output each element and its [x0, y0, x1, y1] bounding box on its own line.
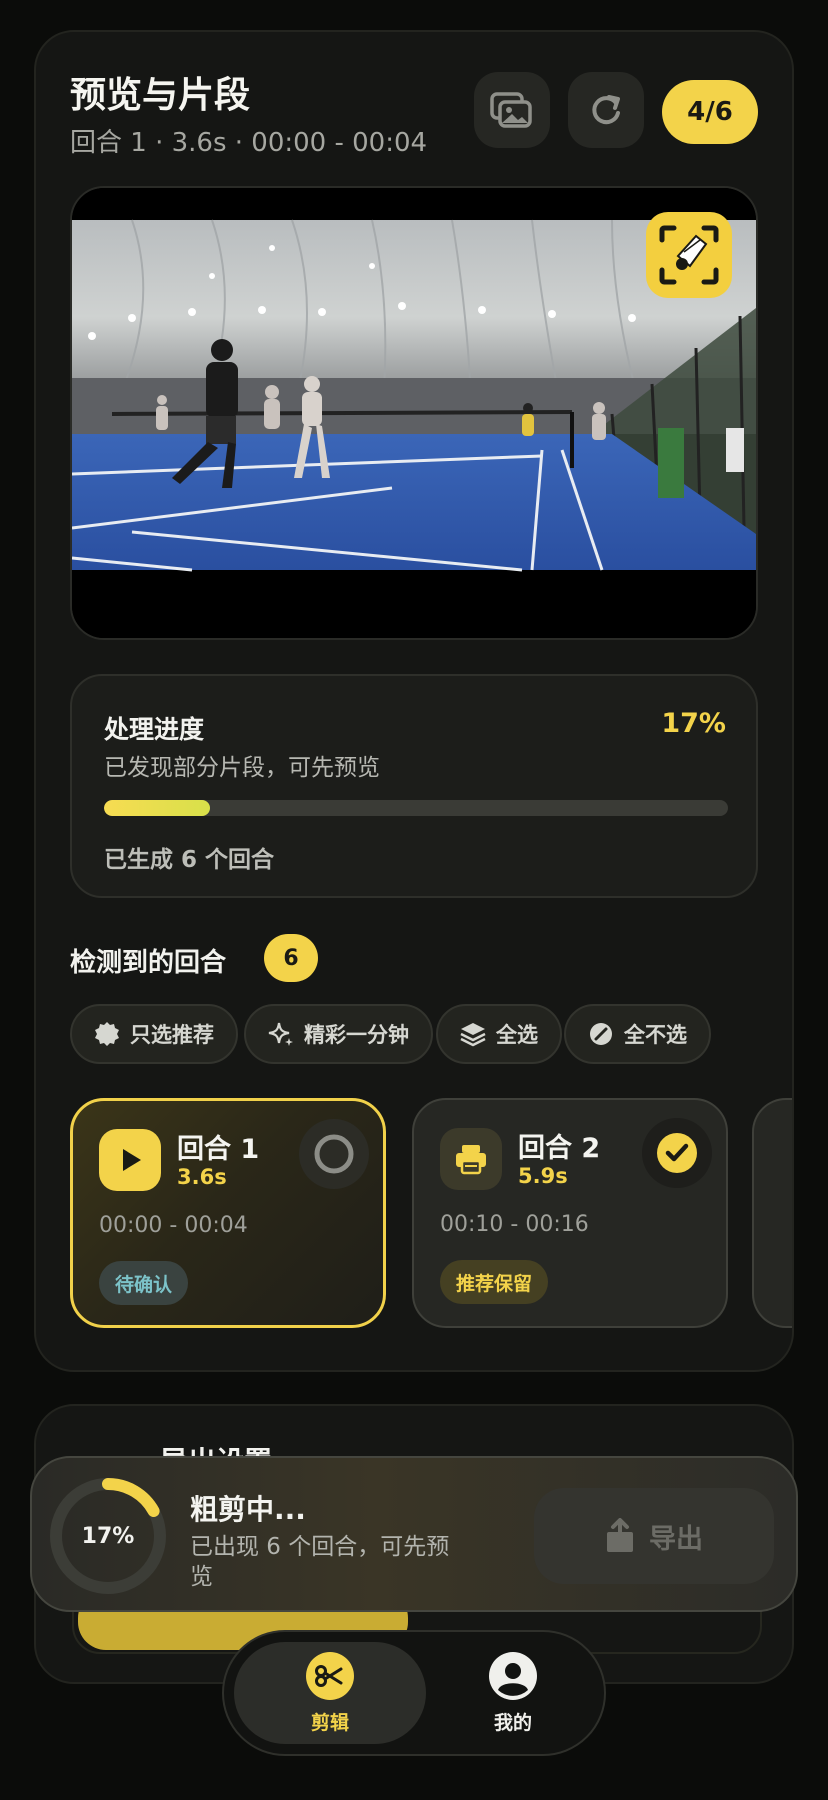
rally-thumb — [440, 1128, 502, 1190]
rally-card-1[interactable]: 回合 1 3.6s 00:00 - 00:04 待确认 — [70, 1098, 386, 1328]
progress-percent: 17% — [661, 708, 726, 739]
rally-name: 回合 2 — [518, 1133, 601, 1164]
rally-select-toggle[interactable] — [642, 1118, 712, 1188]
user-icon — [489, 1651, 537, 1700]
rally-time-range: 00:00 - 00:04 — [99, 1213, 248, 1238]
rally-duration: 3.6s — [177, 1165, 227, 1189]
rough-cut-toast: 17% 粗剪中... 已出现 6 个回合，可先预览 导出 — [30, 1456, 798, 1612]
toast-title: 粗剪中... — [190, 1493, 306, 1526]
rally-card-3-partial[interactable] — [752, 1098, 792, 1328]
progress-bar — [104, 800, 728, 816]
ring-percent: 17% — [81, 1523, 135, 1549]
rally-name: 回合 1 — [177, 1134, 260, 1165]
clip-info: 回合 1 · 3.6s · 00:00 - 00:04 — [70, 128, 428, 158]
progress-bar-fill — [104, 800, 211, 816]
filter-select-none-label: 全不选 — [624, 1023, 687, 1047]
gallery-button[interactable] — [474, 72, 550, 148]
rally-play-button[interactable] — [99, 1129, 161, 1191]
rally-time-range: 00:10 - 00:16 — [440, 1212, 589, 1237]
refresh-icon — [592, 95, 620, 125]
export-button[interactable]: 导出 — [534, 1488, 774, 1584]
slash-circle-icon — [590, 1023, 612, 1045]
page-title: 预览与片段 — [70, 75, 251, 116]
filter-recommended[interactable]: 只选推荐 — [70, 1004, 238, 1064]
bottom-tab-bar: 剪辑 我的 — [222, 1630, 606, 1756]
filter-highlight-label: 精彩一分钟 — [304, 1023, 409, 1047]
unchecked-circle-icon — [314, 1134, 354, 1174]
layers-icon — [460, 1023, 486, 1047]
rallies-count-badge: 6 — [264, 934, 318, 982]
filter-select-all-label: 全选 — [496, 1023, 538, 1047]
gallery-icon — [490, 92, 532, 128]
refresh-button[interactable] — [568, 72, 644, 148]
generated-count: 已生成 6 个回合 — [104, 847, 275, 873]
rally-duration: 5.9s — [518, 1164, 568, 1188]
rally-status-tag: 推荐保留 — [440, 1260, 549, 1304]
progress-status: 已发现部分片段，可先预览 — [104, 755, 380, 781]
sparkle-icon — [268, 1022, 293, 1046]
check-circle-icon — [657, 1133, 697, 1173]
filter-select-all[interactable]: 全选 — [436, 1004, 562, 1064]
processing-progress-card: 处理进度 17% 已发现部分片段，可先预览 已生成 6 个回合 — [70, 674, 758, 898]
rally-status-tag: 待确认 — [99, 1261, 189, 1305]
shuttlecock-scan-icon — [659, 225, 719, 285]
printer-icon — [456, 1145, 486, 1175]
shuttlecock-scan-button[interactable] — [646, 212, 732, 298]
tab-profile-label: 我的 — [493, 1711, 532, 1734]
toast-subtitle: 已出现 6 个回合，可先预览 — [190, 1534, 450, 1590]
rally-card-2[interactable]: 回合 2 5.9s 00:10 - 00:16 推荐保留 — [412, 1098, 728, 1328]
progress-ring: 17% — [46, 1474, 170, 1598]
share-icon — [607, 1518, 633, 1552]
tab-edit-label: 剪辑 — [310, 1711, 349, 1734]
tab-profile[interactable]: 我的 — [420, 1642, 606, 1744]
filter-select-none[interactable]: 全不选 — [564, 1004, 711, 1064]
clip-counter: 4/6 — [662, 80, 758, 144]
play-icon — [123, 1149, 141, 1171]
export-button-label: 导出 — [649, 1523, 703, 1555]
filter-recommended-label: 只选推荐 — [130, 1023, 214, 1047]
rally-select-toggle[interactable] — [299, 1119, 369, 1189]
progress-title: 处理进度 — [104, 715, 205, 744]
scissors-icon — [306, 1651, 354, 1700]
rallies-section-title: 检测到的回合 — [70, 948, 227, 978]
tab-edit[interactable]: 剪辑 — [234, 1642, 426, 1744]
badge-icon — [95, 1022, 119, 1046]
filter-highlight-minute[interactable]: 精彩一分钟 — [244, 1004, 433, 1064]
